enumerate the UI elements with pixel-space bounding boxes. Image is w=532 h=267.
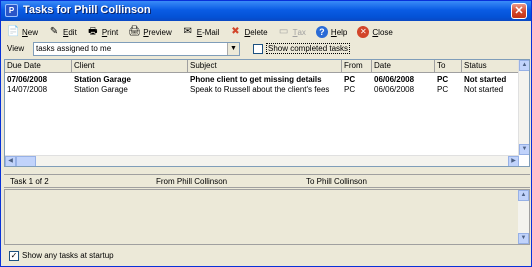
toolbar-button-label: elete: [250, 27, 268, 37]
show-completed-checkbox[interactable]: [253, 44, 263, 54]
app-icon: P: [5, 4, 18, 17]
email-icon: ✉: [183, 26, 192, 37]
toolbar-button-label: lose: [378, 27, 393, 37]
column-header-to[interactable]: To: [435, 60, 462, 73]
title-bar[interactable]: P Tasks for Phill Collinson ✕: [1, 1, 531, 21]
column-header-from[interactable]: From: [342, 60, 372, 73]
toolbar-button-print[interactable]: 🖶 Print: [83, 24, 122, 40]
task-detail-pane[interactable]: ▲ ▼: [4, 189, 530, 245]
table-cell: PC: [437, 85, 449, 94]
scroll-right-icon[interactable]: ▶: [508, 156, 519, 166]
status-row: Task 1 of 2 From Phill Collinson To Phil…: [4, 174, 530, 188]
view-select-value: tasks assigned to me: [36, 44, 112, 53]
toolbar-button-close[interactable]: ✕ Close: [353, 24, 396, 40]
table-row[interactable]: 14/07/2008 Station Garage Speak to Russell…: [5, 84, 519, 96]
toolbar-button-label: ew: [27, 27, 39, 37]
view-label: View: [7, 44, 25, 53]
show-at-startup-label[interactable]: Show any tasks at startup: [22, 251, 114, 260]
toolbar-button-new[interactable]: 📄 New: [3, 24, 42, 40]
toolbar-button-delete[interactable]: ✖ Delete: [225, 24, 271, 40]
task-count: Task 1 of 2: [10, 177, 49, 186]
vertical-scrollbar[interactable]: ▲ ▼: [518, 60, 529, 155]
column-header-status[interactable]: Status: [462, 60, 519, 73]
toolbar-button-label: ax: [297, 27, 306, 37]
delete-icon: ✖: [231, 26, 240, 37]
toolbar-button-label: elp: [336, 27, 348, 37]
edit-icon: ✎: [49, 26, 59, 37]
task-from: From Phill Collinson: [156, 177, 228, 186]
table-cell: Not started: [464, 85, 504, 94]
toolbar-button-preview[interactable]: 🖨 Preview: [124, 24, 175, 40]
window-close-button[interactable]: ✕: [511, 3, 527, 19]
view-select[interactable]: tasks assigned to me ▼: [33, 42, 240, 56]
show-at-startup-checkbox[interactable]: ✓: [9, 251, 19, 261]
table-cell: Speak to Russell about the client's fees: [190, 85, 330, 94]
tasks-table: Due Date Client Subject From Date To Status 07…: [4, 59, 530, 167]
tax-icon: ▭: [278, 26, 289, 37]
toolbar-button-email[interactable]: ✉ E -Mail: [178, 24, 224, 40]
view-row: View tasks assigned to me ▼ Show complet…: [1, 41, 531, 58]
print-icon: 🖶: [88, 26, 98, 37]
table-cell: 06/06/2008: [374, 85, 415, 94]
window-title: Tasks for Phill Collinson: [23, 4, 151, 16]
new-icon: 📄: [7, 26, 20, 37]
table-cell: Station Garage: [74, 85, 128, 94]
toolbar-button-tax: ▭ Tax: [274, 24, 310, 40]
toolbar-button-label: rint: [107, 27, 119, 37]
column-header-subject[interactable]: Subject: [188, 60, 342, 73]
toolbar-button-label: -Mail: [202, 27, 220, 37]
chevron-down-icon[interactable]: ▼: [227, 43, 239, 55]
tasks-window: P Tasks for Phill Collinson ✕ 📄 New ✎ Edit 🖶…: [0, 0, 532, 267]
preview-icon: 🖨: [128, 26, 141, 37]
column-header-client[interactable]: Client: [72, 60, 188, 73]
column-header-date[interactable]: Date: [372, 60, 435, 73]
task-to: To Phill Collinson: [306, 177, 367, 186]
scroll-down-icon[interactable]: ▼: [518, 233, 529, 244]
detail-scrollbar[interactable]: ▲ ▼: [518, 190, 529, 244]
table-cell: PC: [344, 85, 356, 94]
scroll-left-icon[interactable]: ◀: [5, 156, 16, 166]
toolbar: 📄 New ✎ Edit 🖶 Print 🖨 Preview ✉ E -Mail ✖ Delete ▭ Ta…: [3, 23, 529, 41]
toolbar-button-edit[interactable]: ✎ Edit: [44, 24, 81, 40]
scroll-down-icon[interactable]: ▼: [519, 144, 529, 155]
toolbar-button-label: review: [148, 27, 172, 37]
horizontal-scroll-thumb[interactable]: [16, 156, 36, 166]
show-completed-label[interactable]: Show completed tasks: [266, 43, 351, 54]
table-header: Due Date Client Subject From Date To Status: [5, 60, 519, 73]
column-header-due-date[interactable]: Due Date: [5, 60, 72, 73]
toolbar-button-help[interactable]: ? Help: [312, 24, 351, 40]
help-icon: ?: [315, 26, 328, 38]
horizontal-scrollbar[interactable]: ◀ ▶: [5, 155, 519, 166]
close-icon: ✕: [357, 26, 370, 38]
scroll-up-icon[interactable]: ▲: [518, 190, 529, 201]
table-cell: 14/07/2008: [7, 85, 48, 94]
toolbar-button-label: dit: [68, 27, 77, 37]
scroll-up-icon[interactable]: ▲: [519, 60, 529, 71]
